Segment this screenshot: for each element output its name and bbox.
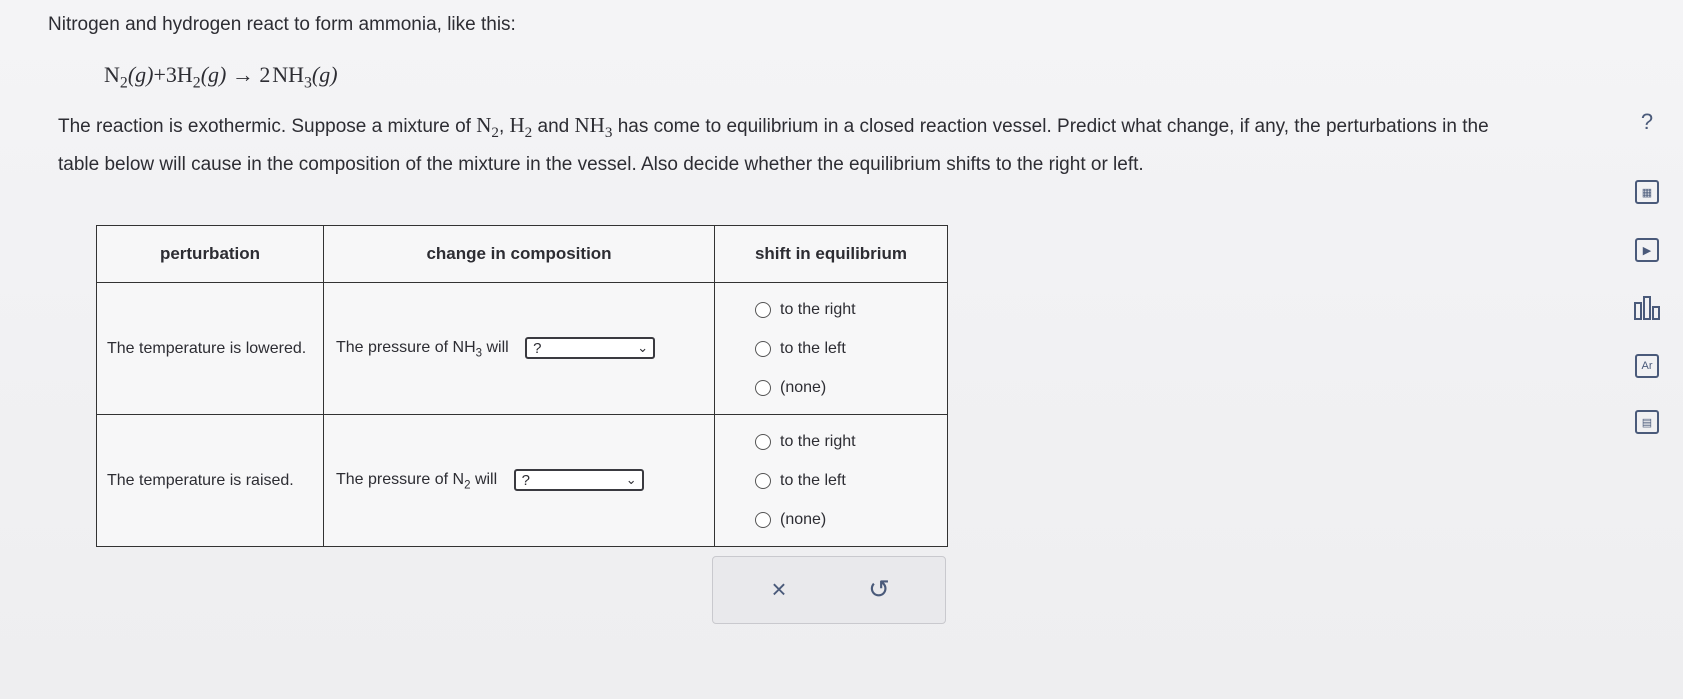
radio-icon (755, 340, 771, 357)
table-row: The temperature is lowered. The pressure… (96, 282, 948, 415)
radio-none[interactable]: (none) (755, 368, 947, 407)
video-icon[interactable]: ▶ (1630, 233, 1664, 267)
table-row: The temperature is raised. The pressure … (96, 414, 948, 547)
intro-text: Nitrogen and hydrogen react to form ammo… (48, 14, 516, 35)
radio-icon (755, 433, 771, 450)
header-change: change in composition (323, 225, 715, 283)
radio-icon (755, 379, 771, 396)
header-shift: shift in equilibrium (714, 225, 948, 283)
radio-left[interactable]: to the left (755, 461, 947, 500)
change-select[interactable]: ? ⌄ (525, 337, 656, 360)
shift-options: to the right to the left (none) (714, 414, 948, 547)
radio-icon (755, 472, 771, 489)
perturbation-table: perturbation change in composition shift… (96, 225, 948, 547)
calculator-icon[interactable]: ▦ (1630, 175, 1664, 209)
chevron-down-icon: ⌄ (637, 340, 649, 356)
radio-icon (755, 301, 771, 318)
perturbation-cell: The temperature is lowered. (96, 282, 324, 415)
undo-button[interactable]: ↺ (863, 573, 895, 605)
change-cell: The pressure of NH3 will ? ⌄ (323, 282, 715, 415)
radio-none[interactable]: (none) (755, 500, 947, 539)
radio-right[interactable]: to the right (755, 290, 947, 329)
reaction-equation: N2(g)+3H2(g) → 2 NH3(g) (104, 62, 338, 92)
reference-icon[interactable]: ▤ (1630, 405, 1664, 439)
perturbation-cell: The temperature is raised. (96, 414, 324, 547)
help-icon[interactable]: ? (1630, 105, 1664, 139)
radio-right[interactable]: to the right (755, 422, 947, 461)
chart-icon[interactable] (1630, 291, 1664, 325)
radio-left[interactable]: to the left (755, 329, 947, 368)
chevron-down-icon: ⌄ (625, 472, 637, 488)
action-panel: × ↺ (712, 556, 946, 624)
periodic-table-icon[interactable]: Ar (1630, 349, 1664, 383)
shift-options: to the right to the left (none) (714, 282, 948, 415)
question-text: The reaction is exothermic. Suppose a mi… (58, 113, 1489, 176)
header-perturbation: perturbation (96, 225, 324, 283)
radio-icon (755, 511, 771, 528)
change-cell: The pressure of N2 will ? ⌄ (323, 414, 715, 547)
table-header-row: perturbation change in composition shift… (96, 225, 948, 283)
clear-button[interactable]: × (763, 573, 795, 605)
change-select[interactable]: ? ⌄ (513, 469, 644, 492)
